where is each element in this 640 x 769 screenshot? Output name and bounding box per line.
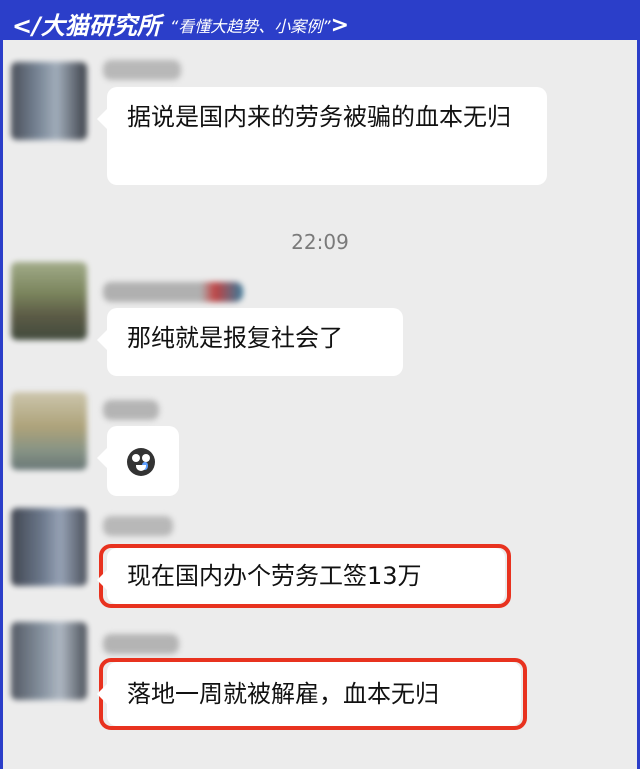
- sender-name: [103, 516, 173, 536]
- message-bubble[interactable]: [97, 426, 179, 496]
- chevron-right-icon: >: [330, 13, 350, 38]
- message-bubble[interactable]: 落地一周就被解雇，血本无归: [97, 662, 521, 726]
- brand-title: </大猫研究所: [12, 12, 161, 40]
- message-text: 落地一周就被解雇，血本无归: [127, 680, 439, 708]
- sender-name: [103, 60, 181, 80]
- timestamp: 22:09: [291, 230, 349, 254]
- avatar[interactable]: [11, 392, 87, 470]
- chat-area[interactable]: 据说是国内来的劳务被骗的血本无归 22:09 那纯就是报复社会了 现在国内办个劳…: [3, 40, 637, 769]
- message-text: 现在国内办个劳务工签13万: [127, 562, 422, 590]
- brand-header: </大猫研究所 “看懂大趋势、小案例”>: [0, 0, 640, 40]
- message-bubble[interactable]: 那纯就是报复社会了: [97, 308, 403, 376]
- brand-slogan: “看懂大趋势、小案例”>: [170, 13, 349, 38]
- sender-name: [103, 400, 159, 420]
- sender-name: [103, 282, 243, 302]
- message-text: 那纯就是报复社会了: [127, 324, 343, 352]
- avatar[interactable]: [11, 508, 87, 586]
- avatar[interactable]: [11, 262, 87, 340]
- sender-name: [103, 634, 179, 654]
- message-bubble[interactable]: 现在国内办个劳务工签13万: [97, 548, 505, 604]
- message-bubble[interactable]: 据说是国内来的劳务被骗的血本无归: [97, 87, 547, 185]
- avatar[interactable]: [11, 62, 87, 140]
- message-text: 据说是国内来的劳务被骗的血本无归: [127, 103, 511, 131]
- slogan-text: “看懂大趋势、小案例”: [170, 17, 331, 36]
- avatar[interactable]: [11, 622, 87, 700]
- crying-face-icon: [127, 448, 155, 476]
